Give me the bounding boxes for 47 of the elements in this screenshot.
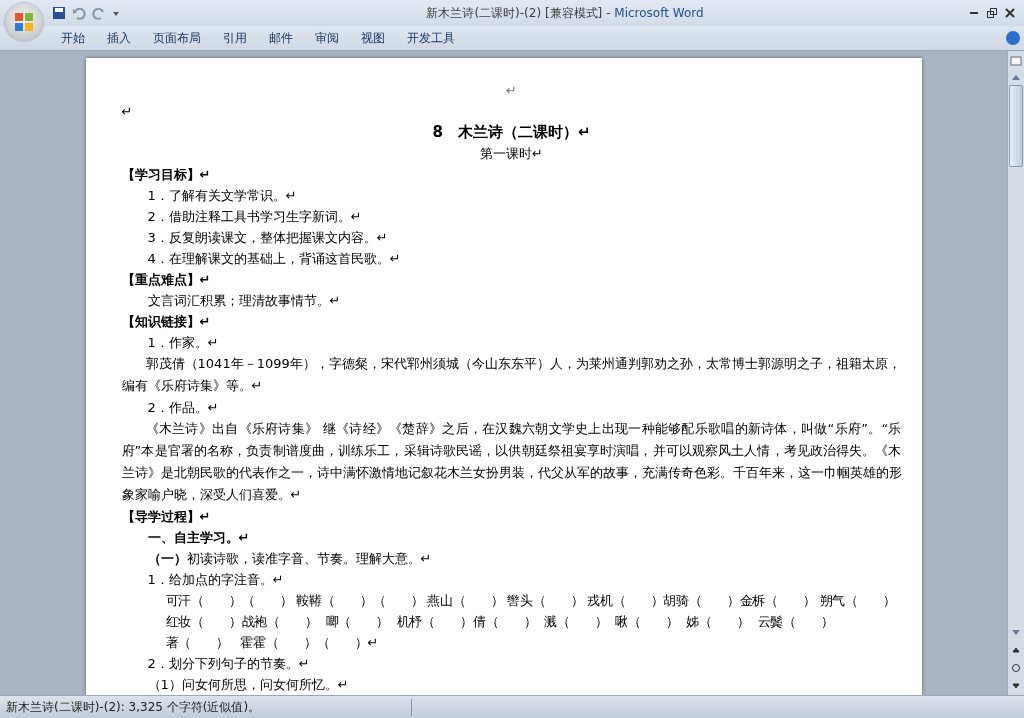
text-line: 3．反复朗读课文，整体把握课文内容。↵ xyxy=(146,229,389,247)
section-heading: 【导学过程】↵ xyxy=(121,508,212,526)
document-subtitle: 第一课时↵ xyxy=(479,145,544,163)
squares-logo-icon xyxy=(14,12,34,32)
close-icon[interactable] xyxy=(1004,7,1016,19)
ribbon-tab[interactable]: 插入 xyxy=(96,29,142,47)
text-line: 2．作品。↵ xyxy=(146,399,220,417)
text-line: 文言词汇积累；理清故事情节。↵ xyxy=(146,292,342,310)
text-line: 1．给加点的字注音。↵ xyxy=(146,571,285,589)
paragraph: 《木兰诗》出自《乐府诗集》 继《诗经》《楚辞》之后，在汉魏六朝文学史上出现一种能够配乐歌唱的新诗体，叫做“乐府”。“乐府”本是官署的名称，负责制谱度曲，训练乐工，采辑诗歌民谣，以供朝廷祭祖宴享时演唱，并可以观察风土人情，考见政治得失。《木兰诗》是北朝民歌的代表作之一，诗中满怀激情地记叙花木兰女扮男装，代父从军的故事，充满传奇色彩。千百年来，这一巾帼英雄的形象家喻户晓，深受人们喜爱。↵ xyxy=(121,420,902,504)
help-icon[interactable] xyxy=(1006,31,1020,45)
section-heading: 【知识链接】↵ xyxy=(121,313,212,331)
scroll-up-icon[interactable] xyxy=(1011,73,1021,81)
ribbon-tab[interactable]: 开发工具 xyxy=(396,29,466,47)
exercise-line: 红妆（ ）战袍（ ） 唧（ ） 机杼（ ）倩（ ） 溅（ ） 啾（ ） 姊（ ） 云鬓（ ） xyxy=(164,613,835,631)
ruler-icon[interactable] xyxy=(1010,55,1022,67)
text-line: （一）初读诗歌，读准字音、节奏。理解大意。↵ xyxy=(146,550,433,568)
text-line: （1）问女何所思，问女何所忆。↵ xyxy=(146,676,350,694)
restore-icon[interactable] xyxy=(986,7,998,19)
text-line: 1．了解有关文学常识。↵ xyxy=(146,187,298,205)
text-line: 1．作家。↵ xyxy=(146,334,220,352)
ribbon-tab[interactable]: 邮件 xyxy=(258,29,304,47)
document-title: 8 木兰诗（二课时）↵ xyxy=(431,122,592,143)
section-heading: 【学习目标】↵ xyxy=(121,166,212,184)
subsection-heading: 一、自主学习。↵ xyxy=(146,529,251,547)
section-heading: 【重点难点】↵ xyxy=(121,271,212,289)
status-text: 新木兰诗(二课时)-(2): 3,325 个字符(近似值)。 xyxy=(0,698,412,716)
scroll-down-icon[interactable] xyxy=(1011,629,1021,637)
ribbon-tab[interactable]: 页面布局 xyxy=(142,29,212,47)
exercise-line: 可汗（ ）（ ） 鞍鞯（ ）（ ） 燕山（ ） 辔头（ ） 戎机（ ）胡骑（ ）金柝（ ） 朔气（ ） xyxy=(164,592,897,610)
paragraph-mark: ↵ xyxy=(505,82,518,100)
window-title: 新木兰诗(二课时)-(2) [兼容模式] - Microsoft Word xyxy=(425,4,705,22)
exercise-line: 著（ ） 霍霍（ ）（ ）↵ xyxy=(164,634,380,652)
paragraph-mark: ↵ xyxy=(121,103,134,121)
text-line: 4．在理解课文的基础上，背诵这首民歌。↵ xyxy=(146,250,402,268)
ribbon-tab[interactable]: 引用 xyxy=(212,29,258,47)
browse-object-icon[interactable] xyxy=(1011,663,1021,673)
save-icon[interactable] xyxy=(52,6,66,20)
ribbon-tab[interactable]: 开始 xyxy=(50,29,96,47)
scroll-thumb[interactable] xyxy=(1009,85,1023,167)
text-line: 2．划分下列句子的节奏。↵ xyxy=(146,655,311,673)
text-line: 2．借助注释工具书学习生字新词。↵ xyxy=(146,208,363,226)
ribbon-tab[interactable]: 视图 xyxy=(350,29,396,47)
office-button[interactable] xyxy=(5,3,43,41)
paragraph: 郭茂倩（1041年－1099年），字德粲，宋代郓州须城（今山东东平）人，为莱州通判郭劝之孙，太常博士郭源明之子，祖籍太原，编有《乐府诗集》等。↵ xyxy=(121,355,902,395)
dropdown-icon[interactable] xyxy=(112,9,120,17)
ribbon-tab[interactable]: 审阅 xyxy=(304,29,350,47)
